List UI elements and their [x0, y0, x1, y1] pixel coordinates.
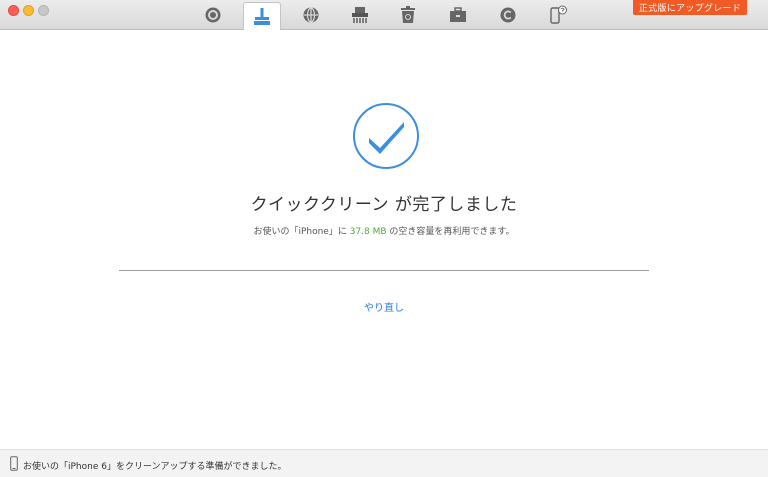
- tool-phone-help[interactable]: [540, 3, 576, 27]
- subtitle-prefix: お使いの「iPhone」に: [253, 227, 350, 237]
- copyright-icon: [500, 7, 516, 23]
- reclaimable-space-message: お使いの「iPhone」に 37.8 MB の空き容量を再利用できます。: [0, 224, 768, 237]
- minimize-window-button[interactable]: [23, 5, 34, 16]
- subtitle-suffix: の空き容量を再利用できます。: [386, 227, 515, 237]
- upgrade-button[interactable]: 正式版にアップグレード: [633, 0, 747, 15]
- maximize-window-button[interactable]: [38, 5, 49, 16]
- tool-shredder[interactable]: [342, 3, 378, 27]
- tool-globe[interactable]: [293, 3, 329, 27]
- divider: [119, 270, 649, 271]
- iphone-icon: [10, 456, 18, 471]
- retry-link[interactable]: やり直し: [0, 299, 768, 314]
- recycle-bin-icon: [401, 6, 415, 23]
- completion-title: クイッククリーン が完了しました: [250, 195, 518, 215]
- globe-icon: [303, 7, 319, 23]
- tool-target[interactable]: [195, 3, 231, 27]
- tool-quick-clean[interactable]: [243, 2, 281, 30]
- phone-help-icon: [550, 5, 567, 24]
- broom-icon: [254, 7, 270, 25]
- tool-recycle-bin[interactable]: [390, 3, 426, 27]
- toolbox-icon: [450, 7, 466, 22]
- checkmark-icon: [353, 103, 419, 169]
- status-message: お使いの「iPhone 6」をクリーンアップする準備ができました。: [23, 462, 287, 472]
- statusbar: お使いの「iPhone 6」をクリーンアップする準備ができました。: [0, 449, 768, 477]
- shredder-icon: [352, 7, 368, 23]
- toolbar: 正式版にアップグレード: [0, 0, 768, 30]
- close-window-button[interactable]: [8, 5, 19, 16]
- tool-copyright[interactable]: [490, 3, 526, 27]
- tool-toolbox[interactable]: [440, 3, 476, 27]
- target-icon: [205, 7, 221, 23]
- reclaimable-size: 37.8 MB: [349, 227, 387, 237]
